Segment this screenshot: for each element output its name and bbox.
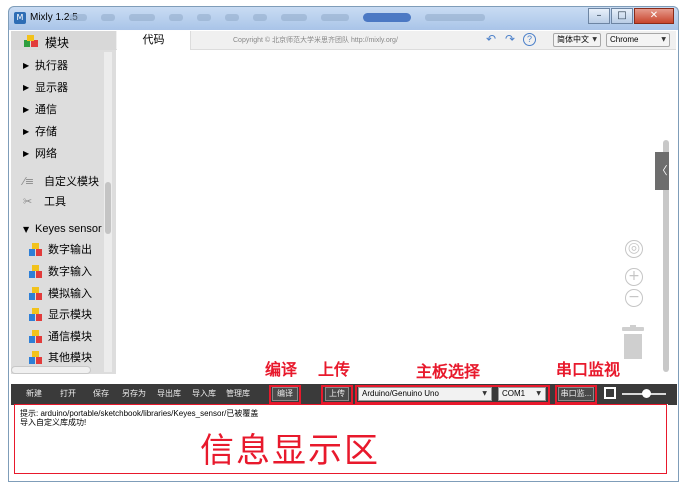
block-cube-icon [29, 242, 42, 256]
tools-icon: ✂ [23, 194, 33, 208]
sidebar-scrollbar-thumb[interactable] [105, 182, 111, 234]
save-button[interactable]: 保存 [93, 388, 109, 399]
redo-icon[interactable]: ↷ [505, 32, 515, 46]
chip-icon[interactable] [604, 387, 616, 399]
zoom-in-icon[interactable]: + [625, 268, 643, 286]
blurred-menu-bar [69, 13, 509, 24]
minimize-button[interactable]: – [588, 8, 610, 24]
language-select[interactable]: 简体中文 ▼ [553, 33, 601, 47]
chevron-down-icon: ▼ [661, 36, 666, 43]
block-label: 数字输入 [48, 266, 92, 278]
highlight-compile [269, 385, 301, 404]
open-button[interactable]: 打开 [60, 388, 76, 399]
category-label: 显示器 [35, 82, 68, 94]
tab-code[interactable]: 代码 [117, 31, 191, 50]
triangle-right-icon: ▶ [23, 60, 30, 70]
category-keyes-sensor[interactable]: ▼ Keyes sensor [11, 219, 102, 239]
triangle-down-icon: ▼ [23, 224, 30, 234]
browser-select[interactable]: Chrome ▼ [606, 33, 670, 47]
category-label: 自定义模块 [44, 176, 99, 188]
category-label: 通信 [35, 104, 57, 116]
manage-library-button[interactable]: 管理库 [226, 388, 250, 399]
mixly-app-icon: M [14, 12, 26, 24]
sidebar-horizontal-scrollbar[interactable] [11, 366, 91, 374]
block-label: 数字输出 [48, 244, 92, 256]
category-label: 网络 [35, 148, 57, 160]
zoom-reset-icon[interactable]: ◎ [625, 240, 643, 258]
help-icon[interactable]: ? [523, 33, 536, 46]
annotation-board-select: 主板选择 [416, 364, 481, 381]
block-display-module[interactable]: 显示模块 [29, 305, 92, 323]
save-as-button[interactable]: 另存为 [122, 388, 146, 399]
new-button[interactable]: 新建 [26, 388, 42, 399]
category-network[interactable]: ▶ 网络 [11, 143, 57, 163]
category-custom-module[interactable]: ⁄≡ 自定义模块 [11, 171, 99, 191]
block-other-module[interactable]: 其他模块 [29, 348, 92, 366]
chevron-down-icon: ▼ [592, 36, 597, 43]
annotation-serial-monitor: 串口监视 [556, 362, 621, 379]
block-digital-output[interactable]: 数字输出 [29, 240, 92, 258]
language-select-value: 简体中文 [557, 35, 589, 44]
block-cube-icon [29, 264, 42, 278]
trash-icon[interactable] [620, 325, 646, 359]
block-label: 其他模块 [48, 352, 92, 364]
blocks-cube-icon [24, 35, 38, 47]
undo-icon[interactable]: ↶ [486, 32, 496, 46]
block-cube-icon [29, 350, 42, 364]
block-cube-icon [29, 286, 42, 300]
close-button[interactable]: ✕ [634, 8, 674, 24]
browser-select-value: Chrome [610, 35, 639, 44]
category-actuator[interactable]: ▶ 执行器 [11, 55, 68, 75]
highlight-serial-monitor [555, 385, 597, 404]
category-storage[interactable]: ▶ 存储 [11, 121, 57, 141]
block-cube-icon [29, 329, 42, 343]
triangle-right-icon: ▶ [23, 148, 30, 158]
category-label: 工具 [44, 196, 66, 208]
custom-module-icon: ⁄≡ [23, 174, 35, 188]
block-label: 显示模块 [48, 309, 92, 321]
category-label: Keyes sensor [35, 223, 102, 235]
annotation-compile: 编译 [265, 362, 298, 379]
annotation-info-area: 信息显示区 [200, 432, 380, 470]
category-label: 存储 [35, 126, 57, 138]
category-tools[interactable]: ✂ 工具 [11, 191, 66, 211]
block-communication-module[interactable]: 通信模块 [29, 327, 92, 345]
window-controls: – □ ✕ [588, 8, 674, 24]
highlight-upload [321, 385, 353, 404]
triangle-right-icon: ▶ [23, 82, 30, 92]
block-analog-input[interactable]: 模拟输入 [29, 284, 92, 302]
triangle-right-icon: ▶ [23, 126, 30, 136]
copyright-text: Copyright © 北京师范大学米思齐团队 http://mixly.org… [233, 37, 398, 44]
category-display[interactable]: ▶ 显示器 [11, 77, 68, 97]
sidebar-header: 模块 [11, 31, 116, 50]
triangle-right-icon: ▶ [23, 104, 30, 114]
block-digital-input[interactable]: 数字输入 [29, 262, 92, 280]
zoom-out-icon[interactable]: − [625, 289, 643, 307]
block-cube-icon [29, 307, 42, 321]
title-bar: M Mixly 1.2.5 – □ ✕ [8, 6, 679, 30]
toolbar-slider-knob[interactable] [642, 389, 651, 398]
sidebar-header-label: 模块 [45, 36, 70, 50]
import-library-button[interactable]: 导入库 [192, 388, 216, 399]
maximize-button[interactable]: □ [611, 8, 633, 24]
category-label: 执行器 [35, 60, 68, 72]
block-label: 模拟输入 [48, 288, 92, 300]
block-label: 通信模块 [48, 331, 92, 343]
annotation-upload: 上传 [318, 362, 351, 379]
side-panel-toggle[interactable]: 〈 [655, 152, 669, 190]
export-library-button[interactable]: 导出库 [157, 388, 181, 399]
category-communication[interactable]: ▶ 通信 [11, 99, 57, 119]
highlight-board-select [355, 385, 550, 404]
